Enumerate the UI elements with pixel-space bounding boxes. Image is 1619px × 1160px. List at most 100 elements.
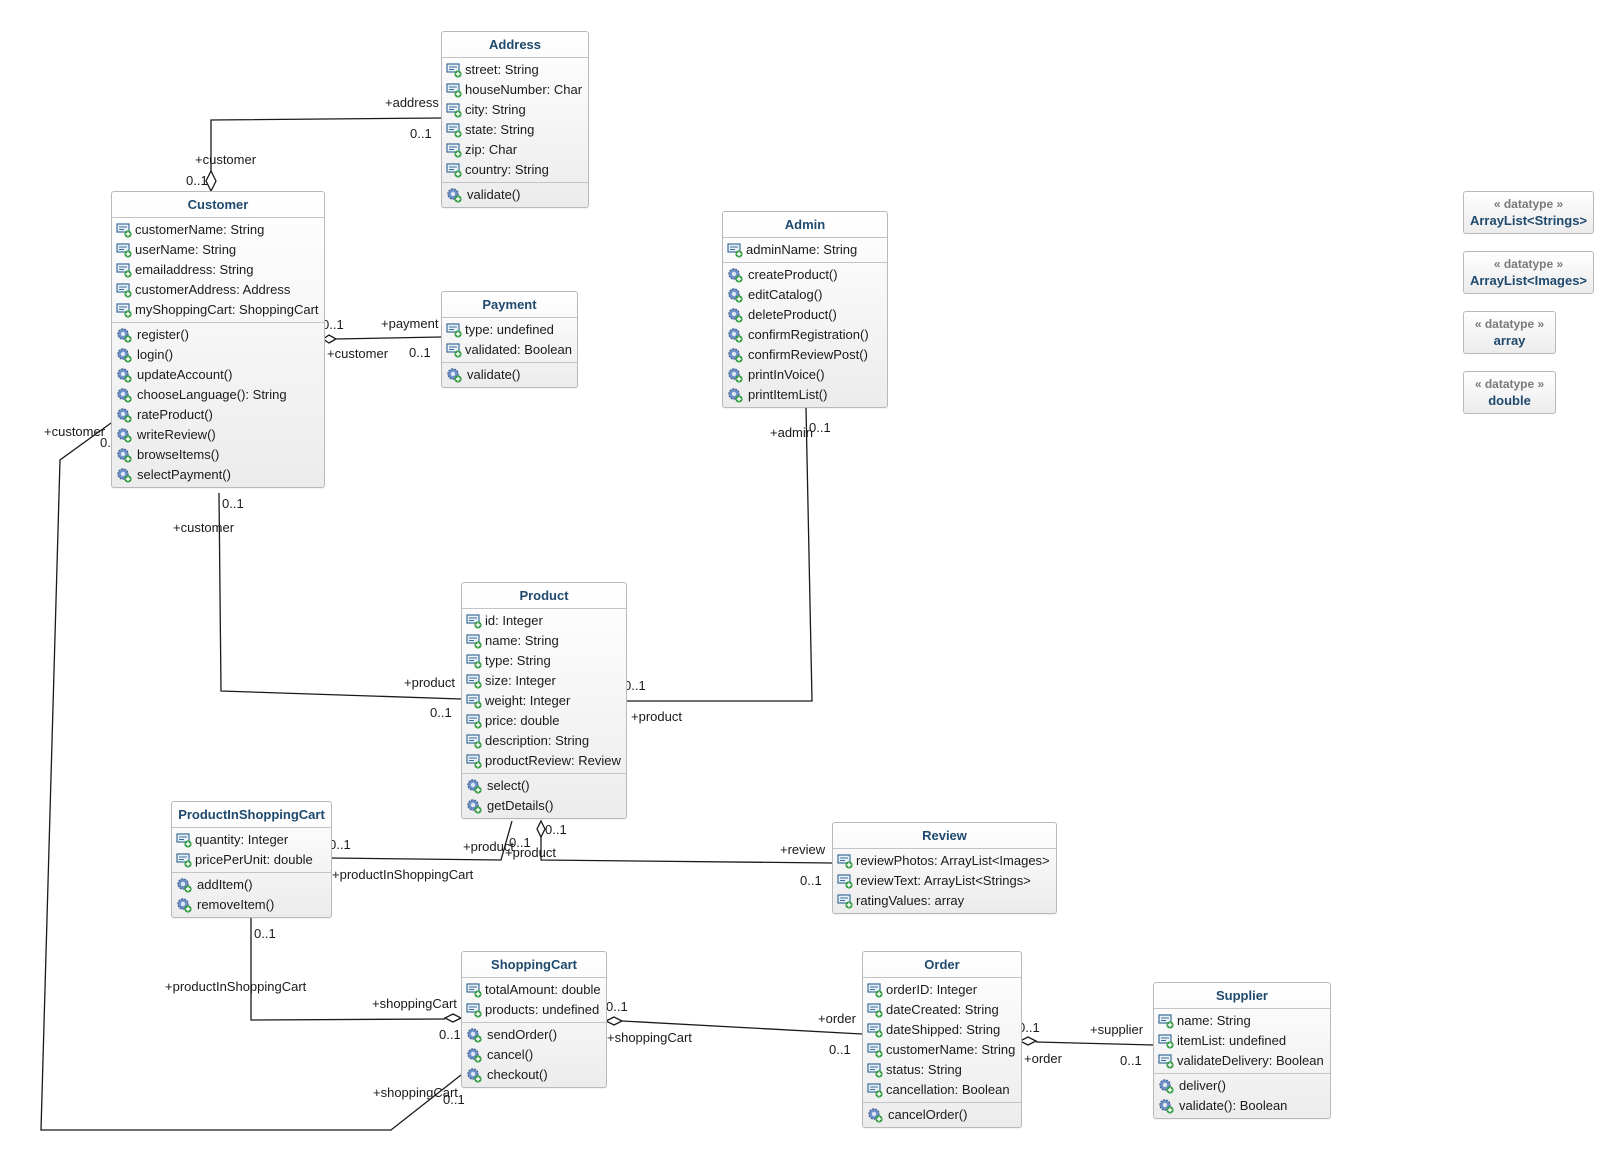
attribute-row[interactable]: zip: Char <box>442 140 588 160</box>
operation-row[interactable]: rateProduct() <box>112 405 324 425</box>
operation-row[interactable]: cancel() <box>462 1045 606 1065</box>
attribute-row[interactable]: price: double <box>462 711 626 731</box>
class-order[interactable]: Order orderID: Integer dateCreated: String… <box>862 951 1022 1128</box>
attribute-row[interactable]: adminName: String <box>723 240 887 260</box>
attribute-row[interactable]: size: Integer <box>462 671 626 691</box>
attribute-row[interactable]: totalAmount: double <box>462 980 606 1000</box>
attribute-row[interactable]: type: undefined <box>442 320 577 340</box>
attribute-row[interactable]: reviewPhotos: ArrayList<Images> <box>833 851 1056 871</box>
role-label: +customer <box>173 520 235 535</box>
datatype-array[interactable]: « datatype » array <box>1463 311 1556 354</box>
operation-row[interactable]: deleteProduct() <box>723 305 887 325</box>
attribute-row[interactable]: myShoppingCart: ShoppingCart <box>112 300 324 320</box>
attribute-row[interactable]: dateCreated: String <box>863 1000 1021 1020</box>
attribute-icon <box>116 262 132 278</box>
class-customer[interactable]: Customer customerName: String userName: St… <box>111 191 325 488</box>
connector-customer-payment[interactable] <box>334 336 442 340</box>
attribute-row[interactable]: productReview: Review <box>462 751 626 771</box>
connector-customer-shoppingcart[interactable] <box>40 422 462 1131</box>
attribute-row[interactable]: validateDelivery: Boolean <box>1154 1051 1330 1071</box>
attribute-row[interactable]: customerName: String <box>863 1040 1021 1060</box>
attribute-row[interactable]: products: undefined <box>462 1000 606 1020</box>
operation-icon <box>1158 1098 1174 1114</box>
attribute-row[interactable]: type: String <box>462 651 626 671</box>
class-admin[interactable]: Admin adminName: String createProduct() edi… <box>722 211 888 408</box>
connector-customer-address[interactable] <box>210 117 442 180</box>
datatype-arraylist-strings[interactable]: « datatype » ArrayList<Strings> <box>1463 191 1594 234</box>
operation-row[interactable]: validate(): Boolean <box>1154 1096 1330 1116</box>
attribute-row[interactable]: customerAddress: Address <box>112 280 324 300</box>
operation-row[interactable]: register() <box>112 325 324 345</box>
attribute-icon <box>466 713 482 729</box>
attribute-row[interactable]: id: Integer <box>462 611 626 631</box>
operation-row[interactable]: confirmRegistration() <box>723 325 887 345</box>
operation-row[interactable]: login() <box>112 345 324 365</box>
class-review[interactable]: Review reviewPhotos: ArrayList<Images> rev… <box>832 822 1057 914</box>
attribute-row[interactable]: emailaddress: String <box>112 260 324 280</box>
operation-row[interactable]: selectPayment() <box>112 465 324 485</box>
class-address[interactable]: Address street: String houseNumber: Char ci… <box>441 31 589 208</box>
attribute-row[interactable]: houseNumber: Char <box>442 80 588 100</box>
attribute-row[interactable]: dateShipped: String <box>863 1020 1021 1040</box>
class-payment[interactable]: Payment type: undefined validated: Boolean… <box>441 291 578 388</box>
operation-row[interactable]: printInVoice() <box>723 365 887 385</box>
attribute-row[interactable]: status: String <box>863 1060 1021 1080</box>
class-name: Review <box>833 823 1056 849</box>
operation-row[interactable]: addItem() <box>172 875 331 895</box>
attribute-row[interactable]: description: String <box>462 731 626 751</box>
operation-row[interactable]: removeItem() <box>172 895 331 915</box>
attribute-row[interactable]: city: String <box>442 100 588 120</box>
operation-row[interactable]: deliver() <box>1154 1076 1330 1096</box>
class-product-in-shopping-cart[interactable]: ProductInShoppingCart quantity: Integer pr… <box>171 801 332 918</box>
attribute-row[interactable]: orderID: Integer <box>863 980 1021 1000</box>
operation-icon <box>116 447 132 463</box>
connector-customer-product[interactable] <box>218 492 462 700</box>
operation-row[interactable]: updateAccount() <box>112 365 324 385</box>
class-shopping-cart[interactable]: ShoppingCart totalAmount: double products:… <box>461 951 607 1088</box>
attribute-row[interactable]: userName: String <box>112 240 324 260</box>
operation-row[interactable]: getDetails() <box>462 796 626 816</box>
attributes-compartment: quantity: Integer pricePerUnit: double <box>172 828 331 872</box>
attribute-row[interactable]: pricePerUnit: double <box>172 850 331 870</box>
datatype-double[interactable]: « datatype » double <box>1463 371 1556 414</box>
attribute-row[interactable]: customerName: String <box>112 220 324 240</box>
operation-row[interactable]: chooseLanguage(): String <box>112 385 324 405</box>
datatype-arraylist-images[interactable]: « datatype » ArrayList<Images> <box>1463 251 1594 294</box>
operation-row[interactable]: validate() <box>442 365 577 385</box>
attribute-row[interactable]: validated: Boolean <box>442 340 577 360</box>
attribute-row[interactable]: state: String <box>442 120 588 140</box>
operation-row[interactable]: sendOrder() <box>462 1025 606 1045</box>
attribute-row[interactable]: street: String <box>442 60 588 80</box>
multiplicity-label: 0..1 <box>800 873 822 888</box>
operation-row[interactable]: editCatalog() <box>723 285 887 305</box>
attribute-text: reviewText: ArrayList<Strings> <box>856 873 1031 888</box>
role-label: +review <box>780 842 826 857</box>
attribute-row[interactable]: country: String <box>442 160 588 180</box>
attribute-row[interactable]: reviewText: ArrayList<Strings> <box>833 871 1056 891</box>
operation-row[interactable]: cancelOrder() <box>863 1105 1021 1125</box>
operation-row[interactable]: writeReview() <box>112 425 324 445</box>
attribute-row[interactable]: quantity: Integer <box>172 830 331 850</box>
attribute-row[interactable]: name: String <box>1154 1011 1330 1031</box>
operation-row[interactable]: createProduct() <box>723 265 887 285</box>
operation-icon <box>446 187 462 203</box>
attribute-icon <box>466 1002 482 1018</box>
operation-row[interactable]: checkout() <box>462 1065 606 1085</box>
attribute-icon <box>867 1022 883 1038</box>
class-product[interactable]: Product id: Integer name: String type: Stri… <box>461 582 627 819</box>
operation-row[interactable]: browseItems() <box>112 445 324 465</box>
connector-order-supplier[interactable] <box>1035 1041 1154 1046</box>
attribute-row[interactable]: cancellation: Boolean <box>863 1080 1021 1100</box>
operation-icon <box>727 347 743 363</box>
class-supplier[interactable]: Supplier name: String itemList: undefined v… <box>1153 982 1331 1119</box>
attribute-row[interactable]: weight: Integer <box>462 691 626 711</box>
role-label: +productInShoppingCart <box>165 979 307 994</box>
operation-row[interactable]: printItemList() <box>723 385 887 405</box>
attribute-row[interactable]: ratingValues: array <box>833 891 1056 911</box>
attribute-row[interactable]: name: String <box>462 631 626 651</box>
operation-row[interactable]: select() <box>462 776 626 796</box>
operation-row[interactable]: validate() <box>442 185 588 205</box>
operation-row[interactable]: confirmReviewPost() <box>723 345 887 365</box>
connector-admin-product[interactable] <box>626 407 813 702</box>
attribute-row[interactable]: itemList: undefined <box>1154 1031 1330 1051</box>
